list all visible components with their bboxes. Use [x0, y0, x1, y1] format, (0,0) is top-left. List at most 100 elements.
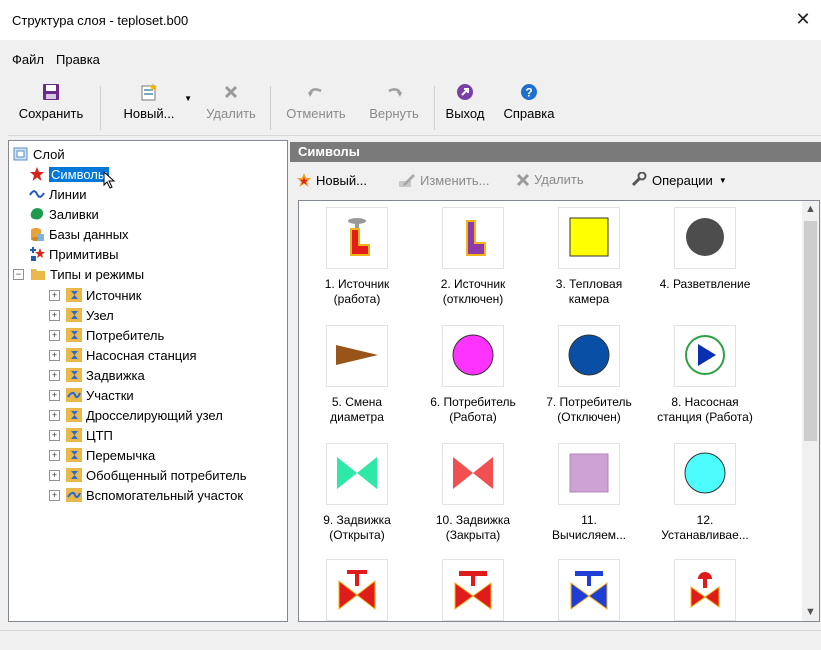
expand-toggle[interactable]: + [49, 349, 60, 361]
tree-type-item[interactable]: + Насосная станция [49, 345, 197, 365]
save-button[interactable]: Сохранить [8, 80, 94, 132]
branch-node-icon [684, 216, 726, 261]
valve-blue-icon [567, 567, 611, 614]
tree-item-primitives[interactable]: Примитивы [29, 244, 119, 264]
delete-button[interactable]: Удалить [198, 80, 264, 132]
computed-square-icon [568, 452, 610, 497]
symbol-caption: Устанавливае... [661, 528, 749, 542]
tree-label: Типы и режимы [50, 266, 145, 282]
wave-line-icon [29, 186, 45, 202]
tree-type-item[interactable]: + Источник [49, 285, 142, 305]
symbol-item[interactable]: 3. Тепловая камера [534, 207, 644, 307]
redo-icon [385, 84, 403, 103]
symbol-item[interactable]: 5. Смена диаметра [302, 325, 412, 425]
symbol-caption: камера [568, 292, 610, 306]
edit-symbol-button[interactable]: Изменить... [398, 172, 489, 188]
symbol-item[interactable]: 4. Разветвление [650, 207, 760, 292]
tree-item-fills[interactable]: Заливки [29, 204, 99, 224]
symbol-item[interactable]: 2. Источник (отключен) [418, 207, 528, 307]
heat-chamber-icon [568, 216, 610, 261]
expand-toggle[interactable]: + [49, 429, 60, 441]
exit-button[interactable]: Выход [440, 80, 490, 132]
symbol-item[interactable] [418, 559, 528, 621]
tree-type-item[interactable]: + Перемычка [49, 445, 155, 465]
undo-button[interactable]: Отменить [278, 80, 354, 132]
tree-type-item[interactable]: + Обобщенный потребитель [49, 465, 247, 485]
tree-type-item[interactable]: + Задвижка [49, 365, 145, 385]
dialog-window: Структура слоя - teploset.b00 ✕ Файл Пра… [0, 0, 821, 650]
symbol-item[interactable]: 11. Вычисляем... [534, 443, 644, 543]
type-hourglass-icon [66, 307, 82, 323]
tree-type-item[interactable]: + ЦТП [49, 425, 113, 445]
symbol-item[interactable] [650, 559, 760, 621]
valve-open-icon [335, 453, 379, 496]
symbol-item[interactable] [302, 559, 412, 621]
tree-item-types[interactable]: − Типы и режимы [13, 264, 144, 284]
dropdown-arrow-icon[interactable]: ▼ [184, 94, 192, 103]
new-button[interactable]: ▼ Новый... [106, 80, 192, 132]
regulator-valve-icon [683, 567, 727, 614]
tree-root-layer[interactable]: Слой [13, 144, 65, 164]
symbol-item[interactable]: 8. Насосная станция (Работа) [650, 325, 760, 425]
expand-toggle[interactable]: + [49, 389, 60, 401]
close-button[interactable]: ✕ [785, 4, 821, 34]
symbol-item[interactable]: 1. Источник (работа) [302, 207, 412, 307]
menu-edit[interactable]: Правка [52, 48, 104, 72]
menu-bar: Файл Правка [0, 48, 821, 72]
type-hourglass-icon [66, 287, 82, 303]
symbol-caption: Вычисляем... [551, 528, 626, 542]
symbol-caption: (Закрыта) [445, 528, 501, 542]
expand-toggle[interactable]: + [49, 289, 60, 301]
tree-item-symbols[interactable]: Символы [29, 164, 117, 189]
scroll-up-arrow-icon[interactable]: ▲ [802, 201, 819, 218]
scroll-down-arrow-icon[interactable]: ▼ [802, 604, 819, 621]
expand-toggle[interactable]: + [49, 469, 60, 481]
status-bar [0, 630, 821, 650]
symbol-caption: 9. Задвижка [323, 513, 391, 527]
expand-toggle[interactable]: + [49, 489, 60, 501]
operations-menu-button[interactable]: Операции ▼ [630, 172, 727, 188]
type-segment-icon [66, 487, 82, 503]
new-symbol-button[interactable]: Новый... [296, 172, 367, 188]
type-hourglass-icon [66, 367, 82, 383]
panel-header: Символы [290, 142, 821, 162]
tree-label: Перемычка [86, 447, 156, 463]
delete-symbol-label: Удалить [534, 172, 584, 187]
redo-button[interactable]: Вернуть [360, 80, 428, 132]
collapse-toggle[interactable]: − [13, 268, 24, 280]
tree-item-databases[interactable]: Базы данных [29, 224, 129, 244]
expand-toggle[interactable]: + [49, 369, 60, 381]
toolbar-separator [270, 86, 271, 130]
symbol-item[interactable]: 7. Потребитель (Отключен) [534, 325, 644, 425]
layer-icon [13, 146, 29, 162]
type-hourglass-icon [66, 427, 82, 443]
delete-symbol-button[interactable]: Удалить [516, 172, 584, 187]
title-bar: Структура слоя - teploset.b00 ✕ [0, 0, 821, 40]
tree-label: Символы [49, 166, 110, 182]
tree-type-item[interactable]: + Вспомогательный участок [49, 485, 243, 505]
scrollbar-thumb[interactable] [804, 221, 817, 441]
star-icon [29, 166, 45, 182]
symbol-caption: 4. Разветвление [659, 277, 751, 291]
tree-type-item[interactable]: + Участки [49, 385, 134, 405]
symbol-item[interactable] [534, 559, 644, 621]
vertical-scrollbar[interactable]: ▲ ▼ [802, 201, 819, 621]
symbol-caption: 1. Источник [324, 277, 390, 291]
expand-toggle[interactable]: + [49, 449, 60, 461]
symbol-item[interactable]: 9. Задвижка (Открыта) [302, 443, 412, 543]
tree-type-item[interactable]: + Узел [49, 305, 114, 325]
symbol-item[interactable]: 10. Задвижка (Закрыта) [418, 443, 528, 543]
expand-toggle[interactable]: + [49, 409, 60, 421]
tree-label: Обобщенный потребитель [86, 467, 247, 483]
menu-file[interactable]: Файл [8, 48, 48, 72]
source-off-icon [453, 215, 493, 262]
symbol-item[interactable]: 6. Потребитель (Работа) [418, 325, 528, 425]
expand-toggle[interactable]: + [49, 329, 60, 341]
tree-type-item[interactable]: + Дросселирующий узел [49, 405, 223, 425]
tree-item-lines[interactable]: Линии [29, 184, 87, 204]
tree-type-item[interactable]: + Потребитель [49, 325, 164, 345]
mouse-cursor-icon [103, 170, 117, 192]
expand-toggle[interactable]: + [49, 309, 60, 321]
help-button[interactable]: ? Справка [496, 80, 562, 132]
symbol-item[interactable]: 12. Устанавливае... [650, 443, 760, 543]
